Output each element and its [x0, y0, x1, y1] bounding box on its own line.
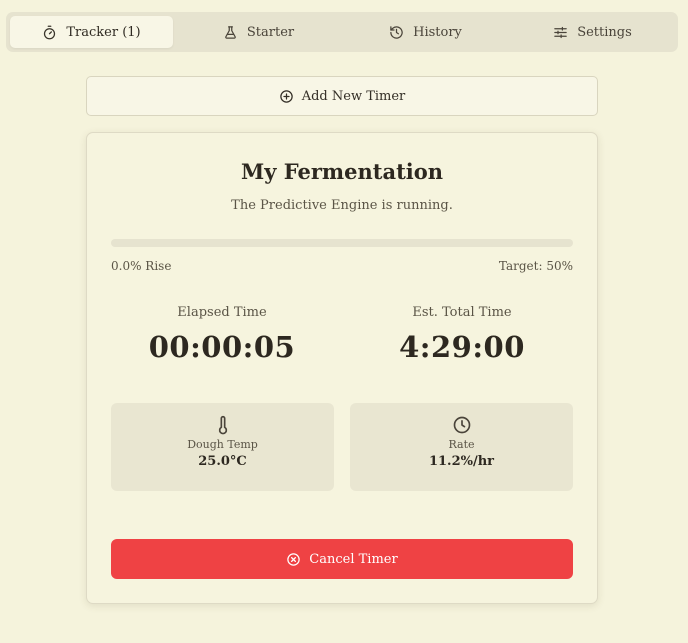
- tab-tracker[interactable]: Tracker (1): [10, 16, 173, 48]
- rate-panel: Rate 11.2%/hr: [350, 403, 573, 491]
- tab-bar: Tracker (1) Starter History Settings: [6, 12, 678, 52]
- clock-icon: [453, 416, 470, 434]
- fermentation-card: My Fermentation The Predictive Engine is…: [86, 132, 598, 604]
- elapsed-time-value: 00:00:05: [148, 330, 296, 364]
- tab-settings[interactable]: Settings: [511, 16, 674, 48]
- tab-history-label: History: [413, 24, 462, 40]
- cancel-timer-button[interactable]: Cancel Timer: [111, 539, 573, 579]
- estimated-total-time-value: 4:29:00: [399, 330, 525, 364]
- sliders-icon: [554, 26, 567, 38]
- elapsed-time: Elapsed Time 00:00:05: [111, 305, 333, 364]
- estimated-total-time: Est. Total Time 4:29:00: [351, 305, 573, 364]
- stopwatch-icon: [44, 25, 56, 39]
- tab-settings-label: Settings: [577, 24, 632, 40]
- add-new-timer-label: Add New Timer: [301, 88, 406, 104]
- tab-history[interactable]: History: [344, 16, 507, 48]
- elapsed-time-label: Elapsed Time: [177, 305, 267, 320]
- tab-starter-label: Starter: [246, 24, 295, 40]
- x-circle-icon: [287, 552, 301, 566]
- plus-circle-icon: [279, 89, 293, 103]
- rise-progress-bar: [111, 239, 573, 247]
- cancel-timer-label: Cancel Timer: [309, 551, 398, 567]
- card-title: My Fermentation: [240, 159, 444, 184]
- rate-label: Rate: [448, 438, 475, 451]
- estimated-total-time-label: Est. Total Time: [412, 305, 512, 320]
- tab-starter[interactable]: Starter: [177, 16, 340, 48]
- target-label: Target: 50%: [498, 259, 573, 273]
- thermometer-icon: [218, 415, 227, 435]
- flask-icon: [225, 25, 236, 39]
- rate-value: 11.2%/hr: [428, 454, 495, 469]
- dough-temp-panel: Dough Temp 25.0°C: [111, 403, 334, 491]
- rise-label: 0.0% Rise: [111, 259, 172, 273]
- card-subtitle: The Predictive Engine is running.: [231, 198, 453, 213]
- dough-temp-value: 25.0°C: [198, 454, 247, 469]
- dough-temp-label: Dough Temp: [187, 438, 258, 451]
- history-icon: [390, 25, 403, 39]
- add-new-timer-button[interactable]: Add New Timer: [86, 76, 598, 116]
- tab-tracker-label: Tracker (1): [66, 24, 141, 40]
